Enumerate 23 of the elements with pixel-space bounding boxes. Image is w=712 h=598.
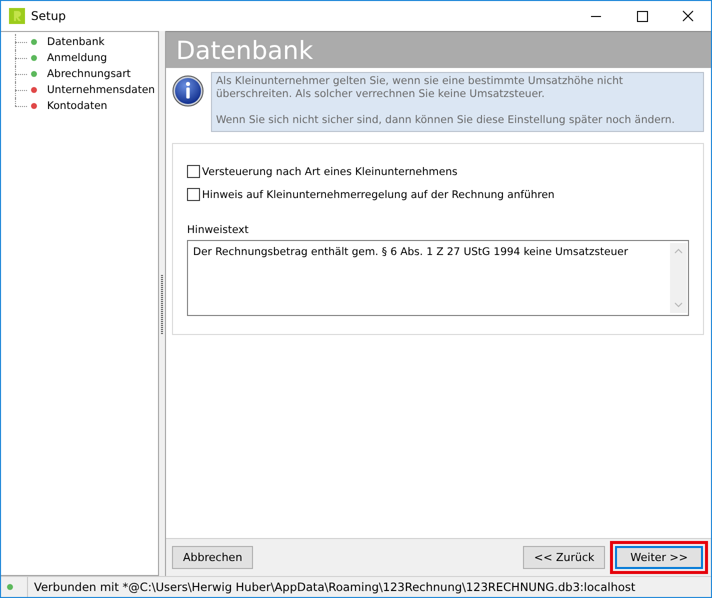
back-button[interactable]: << Zurück <box>523 546 606 569</box>
tree-item[interactable]: Abrechnungsart <box>47 68 131 80</box>
info-icon <box>172 75 204 107</box>
tree-item[interactable]: Anmeldung <box>47 52 108 64</box>
tree-item[interactable]: Kontodaten <box>47 100 108 112</box>
field-label: Hinweistext <box>187 224 250 236</box>
checkbox-label: Hinweis auf Kleinunternehmerregelung auf der Rechnung anführen <box>202 188 555 200</box>
scroll-bar[interactable] <box>670 243 687 313</box>
checkbox-label: Versteuerung nach Art eines Kleinunternehmens <box>202 166 458 178</box>
window-title: Setup <box>31 9 67 23</box>
text-area-value: Der Rechnungsbetrag enthält gem. § 6 Abs. 1 Z 27 UStG 1994 keine Umsatzsteuer <box>193 246 628 260</box>
tree-item[interactable]: Datenbank <box>47 36 105 48</box>
cancel-button[interactable]: Abbrechen <box>172 546 254 569</box>
next-button[interactable]: Weiter >> <box>615 546 703 569</box>
page-header: Datenbank <box>166 31 711 68</box>
status-text: Verbunden mit *@C:\Users\Herwig Huber\AppData\Roaming\123Rechnung\123RECHNUNG.db3:localhost <box>27 577 636 597</box>
info-text: Wenn Sie sich nicht sicher sind, dann können Sie diese Einstellung später noch ändern. <box>216 114 676 127</box>
app-logo-icon <box>9 8 25 24</box>
text-area[interactable]: Der Rechnungsbetrag enthält gem. § 6 Abs. 1 Z 27 UStG 1994 keine Umsatzsteuer <box>187 240 689 316</box>
tree-item[interactable]: Unternehmensdaten <box>47 84 155 96</box>
checkbox[interactable] <box>187 188 200 201</box>
info-text: Als Kleinunternehmer gelten Sie, wenn sie eine bestimmte Umsatzhöhe nicht überschreiten. Als solcher verrechnen Sie keine Umsatzsteuer. <box>216 75 624 101</box>
checkbox[interactable] <box>187 165 200 178</box>
